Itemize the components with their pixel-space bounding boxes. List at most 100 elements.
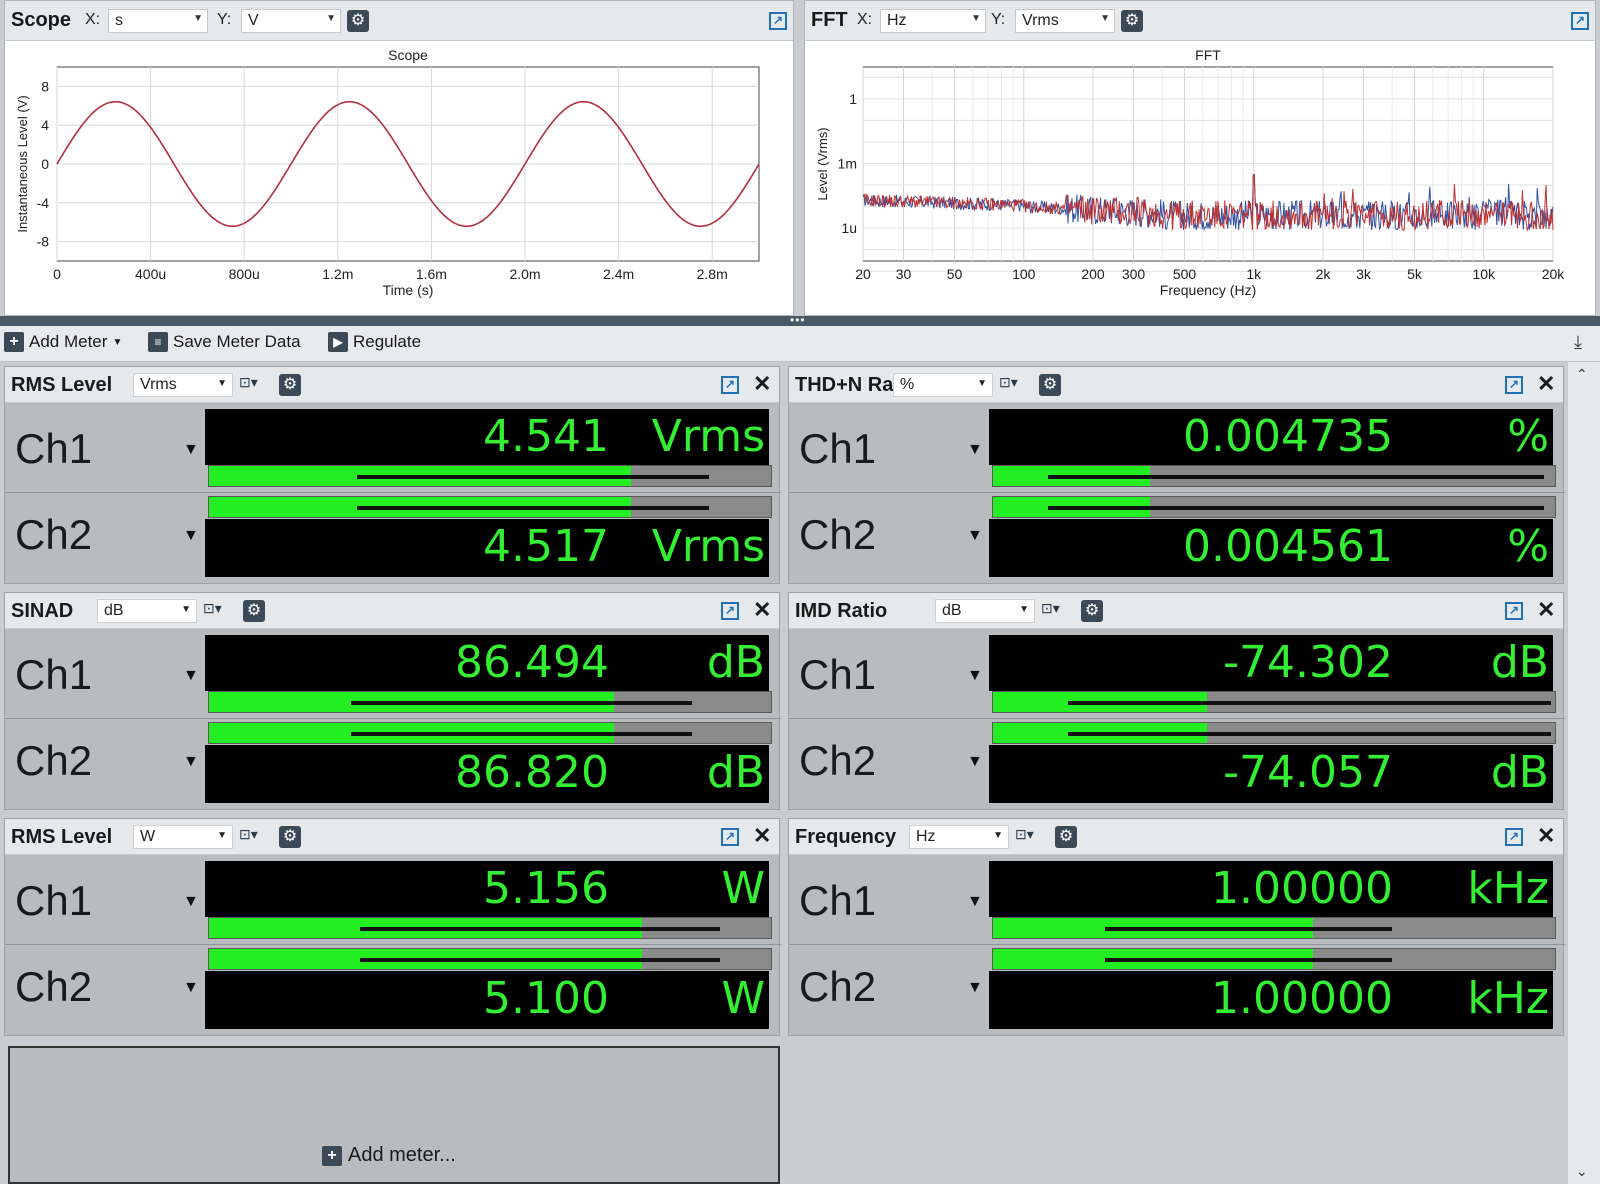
- ch1-dropdown-arrow-icon[interactable]: ▼: [183, 667, 199, 685]
- save-meter-data-button[interactable]: ≡ Save Meter Data: [148, 332, 301, 352]
- close-icon[interactable]: ✕: [1537, 597, 1555, 623]
- fft-x-tick-label: 50: [947, 266, 963, 282]
- ch1-dropdown-arrow-icon[interactable]: ▼: [967, 441, 983, 459]
- add-meter-placeholder-button[interactable]: + Add meter...: [322, 1144, 456, 1167]
- graph-view-icon[interactable]: ⊡▾: [239, 826, 269, 848]
- scope-y-tick-label: 4: [41, 117, 49, 133]
- scope-settings-gear-icon[interactable]: ⚙: [347, 10, 369, 32]
- ch1-dropdown-arrow-icon[interactable]: ▼: [967, 893, 983, 911]
- chevron-down-icon: ▼: [112, 336, 123, 348]
- meter-settings-gear-icon[interactable]: ⚙: [1039, 374, 1061, 396]
- ch2-unit: dB: [706, 747, 765, 798]
- fft-x-axis-label: Frequency (Hz): [1160, 282, 1256, 298]
- meter-popout-icon[interactable]: ↗: [721, 602, 739, 620]
- splitter-grip-icon[interactable]: •••: [790, 314, 806, 326]
- scope-x-tick-label: 2.8m: [697, 266, 728, 282]
- close-icon[interactable]: ✕: [753, 597, 771, 623]
- fft-x-tick-label: 500: [1173, 266, 1197, 282]
- dock-download-icon[interactable]: ⤓: [1574, 332, 1582, 353]
- meter-unit-select[interactable]: W ▼: [133, 825, 233, 849]
- graph-view-icon[interactable]: ⊡▾: [239, 374, 269, 396]
- ch2-bar-marker: [1048, 506, 1544, 510]
- ch1-label: Ch1: [799, 425, 877, 472]
- meter-settings-gear-icon[interactable]: ⚙: [279, 374, 301, 396]
- graph-view-icon[interactable]: ⊡▾: [203, 600, 233, 622]
- ch2-dropdown-arrow-icon[interactable]: ▼: [183, 753, 199, 771]
- meter-settings-gear-icon[interactable]: ⚙: [1081, 600, 1103, 622]
- ch2-unit: kHz: [1467, 973, 1549, 1024]
- channel-divider: [5, 492, 781, 493]
- ch1-dropdown-arrow-icon[interactable]: ▼: [183, 893, 199, 911]
- ch2-dropdown-arrow-icon[interactable]: ▼: [183, 979, 199, 997]
- meter-unit-select[interactable]: Hz ▼: [909, 825, 1009, 849]
- meter-unit-select[interactable]: % ▼: [893, 373, 993, 397]
- ch2-unit: Vrms: [651, 521, 765, 572]
- meter-popout-icon[interactable]: ↗: [721, 376, 739, 394]
- scope-y-unit-select[interactable]: V ▼: [241, 9, 341, 33]
- graph-view-icon[interactable]: ⊡▾: [999, 374, 1029, 396]
- add-meter-button[interactable]: + Add Meter ▼: [4, 332, 122, 352]
- ch1-label: Ch1: [799, 877, 877, 924]
- meter-unit-select[interactable]: dB ▼: [97, 599, 197, 623]
- meter-popout-icon[interactable]: ↗: [721, 828, 739, 846]
- scope-x-unit-select[interactable]: s ▼: [108, 9, 208, 33]
- fft-popout-icon[interactable]: ↗: [1571, 12, 1589, 30]
- meter-panel: SINAD dB ▼ ⊡▾ ⚙ ↗ ✕ 86.494 dB Ch1 ▼ 86.82…: [4, 592, 781, 810]
- ch1-bar-marker: [1048, 475, 1544, 479]
- graph-view-icon[interactable]: ⊡▾: [1041, 600, 1071, 622]
- fft-x-tick-label: 3k: [1356, 266, 1372, 282]
- fft-y-tick-label: 1u: [841, 220, 857, 236]
- add-meter-area[interactable]: + Add meter...: [8, 1046, 780, 1184]
- scroll-up-arrow-icon[interactable]: ⌃: [1576, 366, 1588, 383]
- fft-x-unit-select[interactable]: Hz ▼: [880, 9, 986, 33]
- fft-x-tick-label: 2k: [1316, 266, 1332, 282]
- scope-x-tick-label: 1.2m: [322, 266, 353, 282]
- ch2-dropdown-arrow-icon[interactable]: ▼: [967, 979, 983, 997]
- ch1-dropdown-arrow-icon[interactable]: ▼: [967, 667, 983, 685]
- meter-title: SINAD: [11, 600, 74, 622]
- meter-title: RMS Level: [11, 374, 113, 396]
- meters-scrollbar[interactable]: ⌃ ⌄: [1568, 362, 1600, 1184]
- scope-x-tick-label: 1.6m: [416, 266, 447, 282]
- ch1-unit: W: [721, 863, 765, 914]
- ch1-dropdown-arrow-icon[interactable]: ▼: [183, 441, 199, 459]
- meter-settings-gear-icon[interactable]: ⚙: [243, 600, 265, 622]
- ch1-level-bar: [208, 465, 772, 487]
- ch2-dropdown-arrow-icon[interactable]: ▼: [967, 753, 983, 771]
- meter-popout-icon[interactable]: ↗: [1505, 828, 1523, 846]
- meter-settings-gear-icon[interactable]: ⚙: [1055, 826, 1077, 848]
- graph-view-icon[interactable]: ⊡▾: [1015, 826, 1045, 848]
- scroll-down-arrow-icon[interactable]: ⌄: [1576, 1163, 1588, 1180]
- meter-unit-value: Vrms: [140, 376, 177, 393]
- close-icon[interactable]: ✕: [753, 371, 771, 397]
- meter-popout-icon[interactable]: ↗: [1505, 602, 1523, 620]
- ch1-value: -74.302: [1223, 637, 1393, 688]
- plus-icon: +: [322, 1145, 342, 1166]
- meter-header: IMD Ratio dB ▼ ⊡▾ ⚙ ↗ ✕: [789, 593, 1563, 629]
- fft-settings-gear-icon[interactable]: ⚙: [1121, 10, 1143, 32]
- ch2-bar-marker: [1105, 958, 1392, 962]
- close-icon[interactable]: ✕: [1537, 823, 1555, 849]
- close-icon[interactable]: ✕: [753, 823, 771, 849]
- ch1-value: 86.494: [455, 637, 609, 688]
- ch2-dropdown-arrow-icon[interactable]: ▼: [183, 527, 199, 545]
- meter-unit-select[interactable]: Vrms ▼: [133, 373, 233, 397]
- meter-unit-select[interactable]: dB ▼: [935, 599, 1035, 623]
- close-icon[interactable]: ✕: [1537, 371, 1555, 397]
- meter-popout-icon[interactable]: ↗: [1505, 376, 1523, 394]
- ch2-level-bar: [208, 496, 772, 518]
- ch2-bar-marker: [1067, 732, 1551, 736]
- fft-x-tick-label: 300: [1122, 266, 1146, 282]
- meter-title: IMD Ratio: [795, 600, 888, 622]
- scope-x-tick-label: 2.0m: [509, 266, 540, 282]
- fft-y-unit-select[interactable]: Vrms ▼: [1015, 9, 1115, 33]
- regulate-button[interactable]: ▶ Regulate: [328, 332, 421, 352]
- ch2-value: 1.00000: [1211, 973, 1393, 1024]
- scope-panel: Scope X: s ▼ Y: V ▼ ⚙ ↗ Scope Time (s) Ins…: [4, 0, 794, 316]
- fft-x-tick-label: 5k: [1407, 266, 1423, 282]
- scope-popout-icon[interactable]: ↗: [769, 12, 787, 30]
- ch1-bar-marker: [360, 927, 721, 931]
- meter-settings-gear-icon[interactable]: ⚙: [279, 826, 301, 848]
- ch2-dropdown-arrow-icon[interactable]: ▼: [967, 527, 983, 545]
- scope-x-label: X:: [85, 11, 101, 28]
